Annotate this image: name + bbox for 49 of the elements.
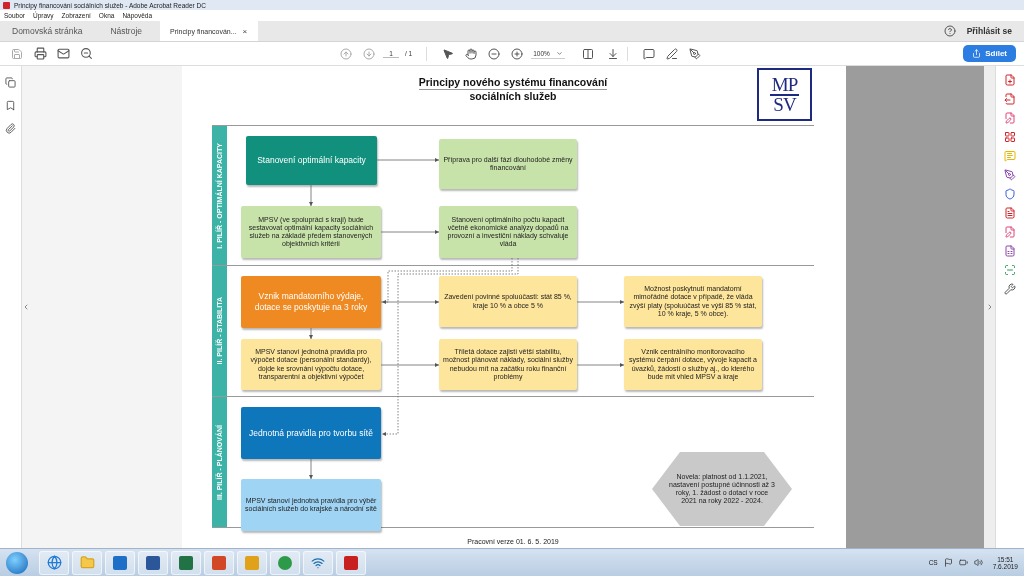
browser-app-icon[interactable] [39,550,69,575]
connector-arrow [576,300,625,304]
tools-icon[interactable] [1004,283,1016,295]
edit-file-icon[interactable] [1004,112,1016,124]
ministry-logo: MP SV [757,68,812,121]
grid-icon[interactable] [1004,131,1016,143]
process-step: Vznik mandatorního výdaje, dotace se poskytuje na 3 roky [241,276,381,328]
connector-arrow [309,458,313,480]
process-step: Stanovení optimální kapacity [246,136,377,185]
connector-arrow [380,300,440,304]
mail-app-icon[interactable] [105,550,135,575]
signature-icon[interactable] [1004,226,1016,238]
connector-arrow [380,363,440,367]
app-logo-icon [3,1,10,9]
share-icon [972,49,982,58]
share-button[interactable]: Sdílet [963,45,1016,62]
connector-arrow [576,363,625,367]
process-step: Jednotná pravidla pro tvorbu sítě [241,407,381,459]
collapse-left-icon[interactable] [22,303,30,311]
spreadsheet-app-icon[interactable] [171,550,201,575]
connector-arrow [376,158,440,162]
pdf-app-icon[interactable] [336,550,366,575]
pen-icon[interactable] [1004,169,1016,181]
spreadsheet-file-icon[interactable] [1004,245,1016,257]
volume-icon[interactable] [973,558,983,567]
word-processor-icon[interactable] [138,550,168,575]
scan-icon[interactable] [1004,264,1016,276]
attachment-icon[interactable] [5,123,16,134]
shield-icon[interactable] [1004,188,1016,200]
connector-arrow [380,230,440,234]
sign-in-link[interactable]: Přihlásit se [966,26,1012,36]
connector-arrow [309,327,313,340]
caret-icon [555,49,563,57]
document-title: Principy nového systému financování [418,76,608,90]
connector-arrow [309,184,313,207]
document-title: sociálních služeb [469,90,557,103]
add-file-icon[interactable] [1004,74,1016,86]
presentation-app-icon[interactable] [204,550,234,575]
tab[interactable]: Domovská stránka [2,21,93,41]
close-tab-button[interactable]: × [242,26,248,36]
wifi-app-icon[interactable] [303,550,333,575]
start-button[interactable] [6,551,28,574]
flag-icon[interactable] [943,558,953,567]
export-file-icon[interactable] [1004,93,1016,105]
pages-icon[interactable] [5,77,16,88]
document-icon[interactable] [1004,207,1016,219]
print-icon[interactable] [31,44,49,63]
bookmark-icon[interactable] [5,100,16,111]
tab[interactable]: Nástroje [100,21,153,41]
